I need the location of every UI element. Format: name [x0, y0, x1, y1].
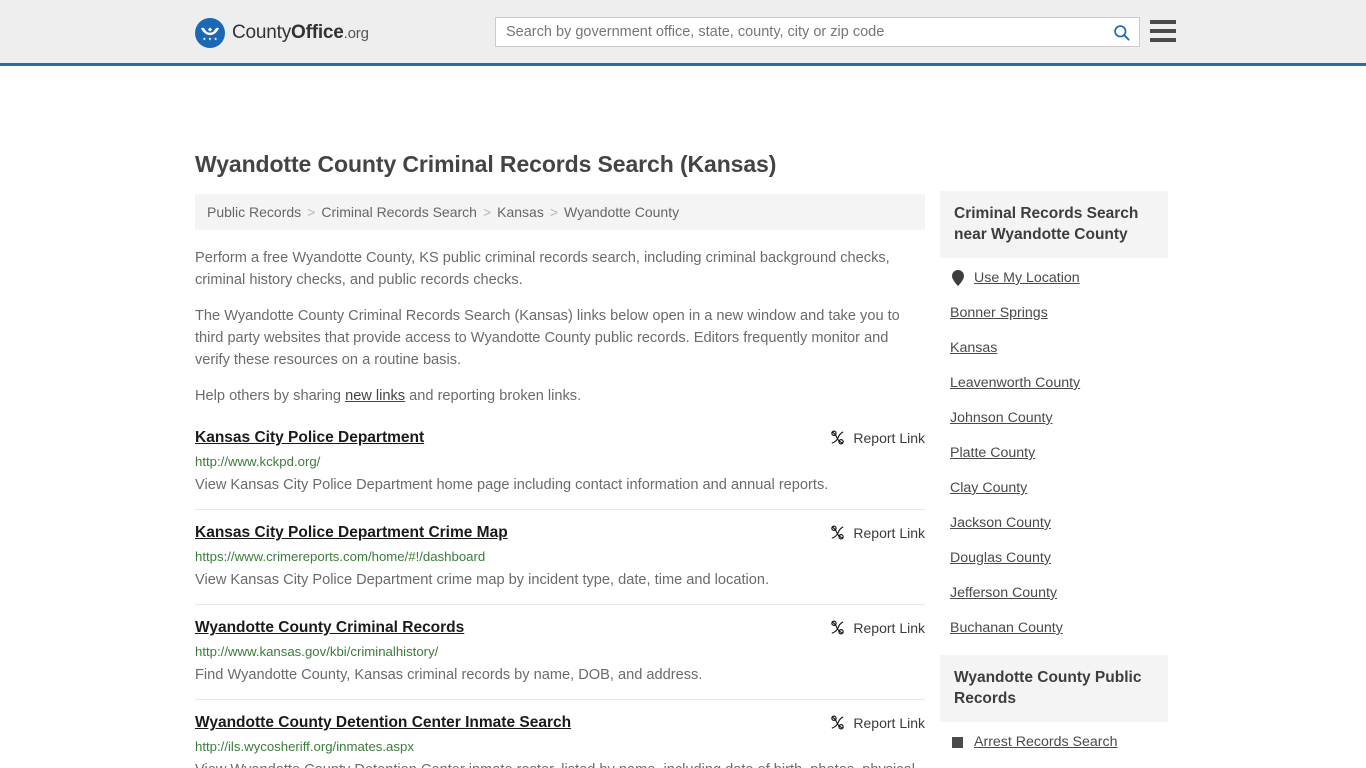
sidebar-item-leavenworth-county[interactable]: Leavenworth County: [940, 375, 1168, 391]
sidebar-item-buchanan-county[interactable]: Buchanan County: [940, 620, 1168, 636]
report-link-label: Report Link: [853, 619, 925, 636]
sidebar-item-johnson-county[interactable]: Johnson County: [940, 410, 1168, 426]
breadcrumb-item-criminal-records-search[interactable]: Criminal Records Search: [321, 204, 477, 220]
search-button[interactable]: [1103, 18, 1139, 46]
sidebar-item-label: Platte County: [950, 445, 1036, 461]
sidebar-item-kansas[interactable]: Kansas: [940, 340, 1168, 356]
intro-share-prefix: Help others by sharing: [195, 388, 346, 404]
breadcrumb-separator: >: [549, 204, 559, 220]
sidebar-item-label: Douglas County: [950, 550, 1051, 566]
result-url: https://www.crimereports.com/home/#!/das…: [195, 549, 486, 564]
menu-bar-3: [1150, 38, 1176, 42]
result-title-link[interactable]: Wyandotte County Criminal Records: [195, 618, 464, 638]
search-icon: [1113, 24, 1130, 41]
sidebar-item-bonner-springs[interactable]: Bonner Springs: [940, 305, 1168, 321]
report-link-button[interactable]: Report Link: [829, 618, 925, 636]
result-title-link[interactable]: Wyandotte County Detention Center Inmate…: [195, 713, 571, 733]
site-header: CountyOffice.org: [0, 0, 1366, 66]
result-header: Kansas City Police Department Crime Map …: [195, 523, 925, 543]
results-list: Kansas City Police Department Report Lin…: [195, 423, 925, 768]
report-link-label: Report Link: [853, 429, 925, 446]
result-header: Kansas City Police Department Report Lin…: [195, 428, 925, 448]
result-title-link[interactable]: Kansas City Police Department: [195, 428, 424, 448]
result-url: http://www.kckpd.org/: [195, 454, 321, 469]
sidebar-item-douglas-county[interactable]: Douglas County: [940, 550, 1168, 566]
breadcrumb-separator: >: [307, 204, 316, 220]
menu-bar-1: [1150, 20, 1176, 24]
report-link-button[interactable]: Report Link: [829, 523, 925, 541]
result-item: Kansas City Police Department Crime Map …: [195, 509, 925, 604]
sidebar-nearby-links: Use My Location Bonner Springs Kansas Le…: [940, 258, 1168, 636]
sidebar-item-label: Jefferson County: [950, 585, 1057, 601]
result-url: http://ils.wycosheriff.org/inmates.aspx: [195, 739, 414, 754]
sidebar: Criminal Records Search near Wyandotte C…: [940, 191, 1168, 768]
sidebar-item-jefferson-county[interactable]: Jefferson County: [940, 585, 1168, 601]
logo-text-office: Office: [291, 22, 344, 43]
sidebar-item-label: Kansas: [950, 340, 998, 356]
logo-text-county: County: [232, 22, 292, 43]
breadcrumb-separator: >: [482, 204, 492, 220]
intro-paragraph-3: Help others by sharing new links and rep…: [195, 385, 925, 407]
sidebar-public-records-links: Arrest Records Search Court Recor: [940, 722, 1168, 768]
broken-link-icon: [831, 525, 845, 540]
sidebar-item-label: Jackson County: [950, 515, 1051, 531]
sidebar-item-label: Clay County: [950, 480, 1028, 496]
sidebar-item-platte-county[interactable]: Platte County: [940, 445, 1168, 461]
result-item: Kansas City Police Department Report Lin…: [195, 423, 925, 509]
sidebar-public-records-heading: Wyandotte County Public Records: [940, 655, 1168, 722]
result-description: View Kansas City Police Department home …: [195, 477, 829, 493]
site-logo[interactable]: CountyOffice.org: [195, 18, 369, 48]
sidebar-panel-public-records: Wyandotte County Public Records Arrest R…: [940, 655, 1168, 768]
result-item: Wyandotte County Criminal Records Report…: [195, 604, 925, 699]
result-item: Wyandotte County Detention Center Inmate…: [195, 699, 925, 768]
sidebar-item-clay-county[interactable]: Clay County: [940, 480, 1168, 496]
result-header: Wyandotte County Detention Center Inmate…: [195, 713, 925, 733]
breadcrumb-item-wyandotte-county[interactable]: Wyandotte County: [564, 204, 679, 220]
result-title-link[interactable]: Kansas City Police Department Crime Map: [195, 523, 508, 543]
sidebar-item-jackson-county[interactable]: Jackson County: [940, 515, 1168, 531]
report-link-button[interactable]: Report Link: [829, 428, 925, 446]
sidebar-item-use-my-location[interactable]: Use My Location: [940, 270, 1168, 286]
logo-text-tld: .org: [343, 25, 369, 42]
sidebar-item-label: Buchanan County: [950, 620, 1063, 636]
menu-bar-2: [1150, 29, 1176, 33]
result-description: View Kansas City Police Department crime…: [195, 572, 770, 588]
sidebar-panel-nearby: Criminal Records Search near Wyandotte C…: [940, 191, 1168, 636]
breadcrumb-item-public-records[interactable]: Public Records: [207, 204, 301, 220]
broken-link-icon: [831, 430, 845, 445]
report-link-button[interactable]: Report Link: [829, 713, 925, 731]
broken-link-icon: [831, 715, 845, 730]
search-bar[interactable]: [495, 17, 1140, 47]
sidebar-item-label: Leavenworth County: [950, 375, 1081, 391]
sidebar-item-label: Use My Location: [974, 270, 1080, 286]
report-link-label: Report Link: [853, 714, 925, 731]
intro-paragraph-1: Perform a free Wyandotte County, KS publ…: [195, 250, 890, 288]
eagle-seal-icon: [195, 18, 225, 48]
intro-share-suffix: and reporting broken links.: [405, 388, 582, 404]
square-icon: [950, 736, 965, 748]
sidebar-nearby-heading: Criminal Records Search near Wyandotte C…: [940, 191, 1168, 258]
result-url: http://www.kansas.gov/kbi/criminalhistor…: [195, 644, 439, 659]
page-title: Wyandotte County Criminal Records Search…: [195, 151, 777, 177]
breadcrumb-item-kansas[interactable]: Kansas: [497, 204, 544, 220]
main-content: Wyandotte County Criminal Records Search…: [195, 150, 925, 768]
report-link-label: Report Link: [853, 524, 925, 541]
intro-paragraph-2: The Wyandotte County Criminal Records Se…: [195, 308, 900, 368]
map-pin-icon: [950, 270, 965, 286]
hamburger-menu-icon[interactable]: [1150, 20, 1176, 42]
broken-link-icon: [831, 620, 845, 635]
sidebar-item-arrest-records-search[interactable]: Arrest Records Search: [940, 734, 1168, 750]
result-description: View Wyandotte County Detention Center i…: [195, 759, 925, 768]
result-header: Wyandotte County Criminal Records Report…: [195, 618, 925, 638]
result-description: Find Wyandotte County, Kansas criminal r…: [195, 667, 703, 683]
search-input[interactable]: [496, 18, 1103, 46]
sidebar-item-label: Bonner Springs: [950, 305, 1048, 321]
breadcrumb: Public Records > Criminal Records Search > K…: [195, 194, 925, 230]
site-logo-text: CountyOffice.org: [232, 22, 369, 44]
sidebar-item-label: Johnson County: [950, 410, 1053, 426]
sidebar-item-label: Arrest Records Search: [974, 734, 1118, 750]
new-links-link[interactable]: new links: [345, 388, 405, 404]
intro-text: Perform a free Wyandotte County, KS publ…: [195, 247, 925, 407]
